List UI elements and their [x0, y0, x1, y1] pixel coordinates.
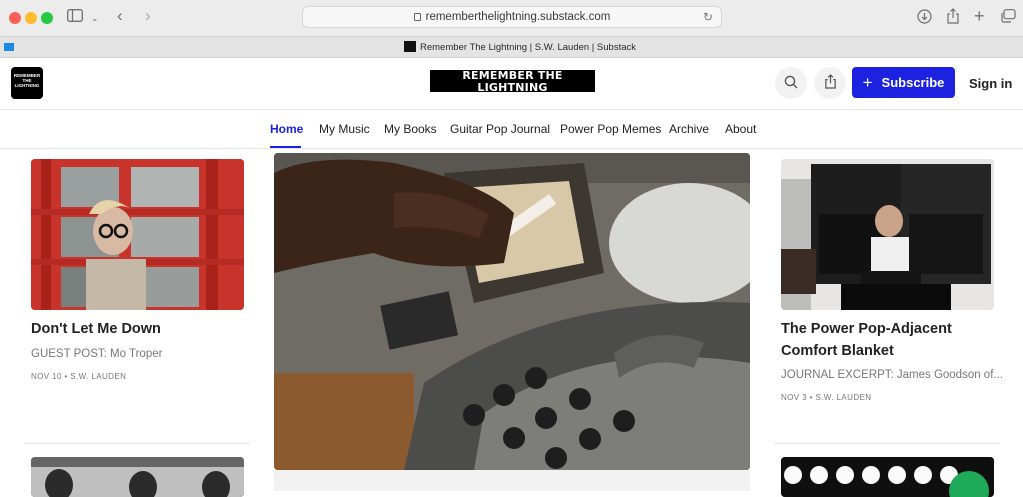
search-icon [784, 74, 798, 91]
logo-small-text: REMEMBER THE LIGHTNING [13, 73, 41, 88]
post-thumbnail-left[interactable] [31, 159, 244, 310]
download-icon[interactable] [917, 9, 932, 28]
album-cover-photo [781, 457, 994, 497]
typewriter-photo [274, 153, 750, 470]
featured-post-footer [274, 470, 750, 491]
post-title-right[interactable]: The Power Pop-Adjacent Comfort Blanket [781, 318, 981, 362]
close-window-button[interactable] [9, 12, 21, 24]
post-title-left[interactable]: Don't Let Me Down [31, 318, 246, 340]
zoom-window-button[interactable] [41, 12, 53, 24]
nav-item-about[interactable]: About [725, 122, 756, 136]
minimize-window-button[interactable] [25, 12, 37, 24]
nav-item-guitar-pop-journal[interactable]: Guitar Pop Journal [450, 122, 550, 136]
tab-bar: Remember The Lightning | S.W. Lauden | S… [0, 36, 1023, 58]
nav-item-archive[interactable]: Archive [669, 122, 709, 136]
address-bar[interactable]: rememberthelightning.substack.com ↻ [302, 6, 722, 28]
wordmark-tagline: music • books • music books [465, 94, 560, 103]
pinned-tab-icon[interactable] [4, 43, 14, 51]
divider-left [24, 443, 250, 444]
plus-icon: + [862, 73, 873, 92]
nav-item-my-music[interactable]: My Music [319, 122, 370, 136]
post-thumbnail-left-2[interactable] [31, 457, 244, 497]
post-thumbnail-right-2[interactable] [781, 457, 994, 497]
browser-toolbar: ⌄ ‹ › rememberthelightning.substack.com … [0, 0, 1023, 36]
url-text: rememberthelightning.substack.com [425, 11, 611, 23]
amp-room-photo [781, 159, 994, 310]
sign-in-link[interactable]: Sign in [969, 76, 1012, 91]
wordmark-title: REMEMBER THE LIGHTNING [462, 69, 563, 94]
chevron-down-icon[interactable]: ⌄ [91, 10, 99, 26]
forward-icon[interactable]: › [145, 7, 151, 24]
back-icon[interactable]: ‹ [117, 7, 123, 24]
share-icon [824, 74, 837, 91]
post-thumbnail-right[interactable] [781, 159, 994, 310]
share-icon[interactable] [946, 8, 960, 28]
site-favicon-icon [404, 41, 416, 52]
band-photo [31, 457, 244, 497]
post-meta-right: NOV 3 • S.W. LAUDEN [781, 393, 872, 402]
active-tab[interactable]: Remember The Lightning | S.W. Lauden | S… [404, 41, 636, 53]
lock-icon [413, 13, 421, 21]
divider-right [774, 443, 1000, 444]
main-nav: Home My Music My Books Guitar Pop Journa… [0, 111, 1023, 149]
subscribe-label: Subscribe [881, 75, 945, 90]
featured-post-image[interactable] [274, 153, 750, 470]
publication-wordmark[interactable]: REMEMBER THE LIGHTNING music • books • m… [430, 69, 595, 103]
nav-item-home[interactable]: Home [270, 122, 303, 136]
share-button[interactable] [814, 67, 846, 99]
site-header: REMEMBER THE LIGHTNING REMEMBER THE LIGH… [0, 58, 1023, 110]
post-meta-left: NOV 10 • S.W. LAUDEN [31, 372, 127, 381]
reload-icon[interactable]: ↻ [703, 7, 713, 27]
new-tab-icon[interactable]: + [974, 7, 985, 25]
nav-item-my-books[interactable]: My Books [384, 122, 437, 136]
post-subtitle-left[interactable]: GUEST POST: Mo Troper [31, 348, 162, 360]
nav-item-power-pop-memes[interactable]: Power Pop Memes [560, 122, 661, 136]
post-subtitle-right[interactable]: JOURNAL EXCERPT: James Goodson of... [781, 369, 1003, 381]
search-button[interactable] [775, 67, 807, 99]
sidebar-icon[interactable] [67, 9, 83, 26]
phone-box-photo [31, 159, 244, 310]
tabs-icon[interactable] [1001, 9, 1016, 27]
active-nav-indicator [270, 146, 301, 148]
subscribe-button[interactable]: + Subscribe [852, 67, 955, 98]
publication-logo[interactable]: REMEMBER THE LIGHTNING [11, 67, 43, 99]
tab-title: Remember The Lightning | S.W. Lauden | S… [420, 42, 636, 53]
